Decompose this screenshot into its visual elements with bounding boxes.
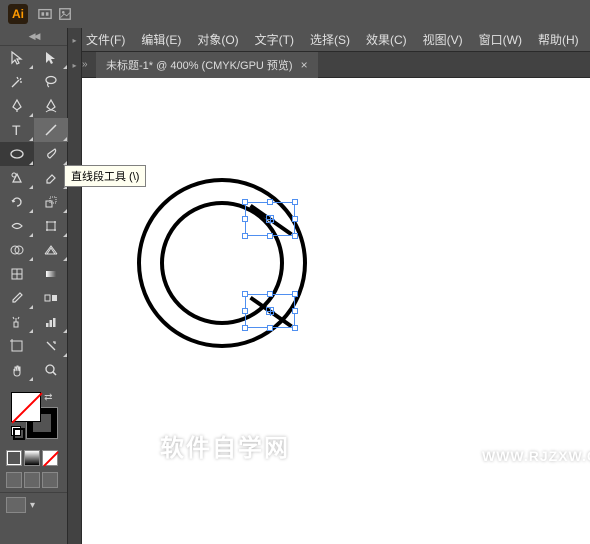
menu-window[interactable]: 窗口(W): [475, 29, 526, 50]
menu-file[interactable]: 文件(F): [82, 29, 129, 50]
symbol-sprayer-tool[interactable]: [0, 310, 34, 334]
color-section: ⇄: [0, 382, 67, 448]
selection-handle[interactable]: [267, 291, 273, 297]
zoom-tool[interactable]: [34, 358, 68, 382]
selection-handle[interactable]: [242, 325, 248, 331]
color-mode-row: [0, 448, 67, 468]
gradient-swatch-button[interactable]: [24, 450, 40, 466]
slice-tool[interactable]: [34, 334, 68, 358]
hand-tool[interactable]: [0, 358, 34, 382]
document-tab-title: 未标题-1* @ 400% (CMYK/GPU 预览): [106, 57, 293, 73]
canvas-area: 软件自学网 WWW.RJZXW.COM: [68, 78, 590, 544]
curvature-tool[interactable]: [34, 94, 68, 118]
selection-handle[interactable]: [242, 199, 248, 205]
titlebar-icons: [38, 7, 72, 21]
draw-normal-button[interactable]: [6, 472, 22, 488]
menu-object[interactable]: 对象(O): [193, 29, 242, 50]
screen-mode-dropdown-icon[interactable]: ▾: [30, 500, 35, 511]
tool-grid: T: [0, 46, 67, 382]
app-logo: Ai: [8, 4, 28, 24]
line-segment-tool[interactable]: [34, 118, 68, 142]
document-tab[interactable]: 未标题-1* @ 400% (CMYK/GPU 预览) ×: [96, 52, 318, 78]
selection-handle[interactable]: [267, 233, 273, 239]
selection-center-icon: [266, 215, 274, 223]
selection-center-icon: [266, 307, 274, 315]
menu-view[interactable]: 视图(V): [419, 29, 467, 50]
menu-effect[interactable]: 效果(C): [362, 29, 411, 50]
selection-handle[interactable]: [242, 233, 248, 239]
edge-chev-icon: ▸: [72, 36, 76, 45]
pen-tool[interactable]: [0, 94, 34, 118]
draw-mode-row: [0, 468, 67, 492]
shaper-tool[interactable]: [0, 166, 34, 190]
watermark-text: 软件自学网: [160, 428, 290, 463]
color-swatch-button[interactable]: [6, 450, 22, 466]
selection-handle[interactable]: [267, 325, 273, 331]
rotate-tool[interactable]: [0, 190, 34, 214]
direct-selection-tool[interactable]: [34, 46, 68, 70]
scale-tool[interactable]: [34, 190, 68, 214]
bridge-icon[interactable]: [38, 7, 52, 21]
column-graph-tool[interactable]: [34, 310, 68, 334]
artboard[interactable]: 软件自学网 WWW.RJZXW.COM: [82, 78, 590, 544]
fill-stroke-swatches[interactable]: ⇄: [11, 392, 57, 438]
free-transform-tool[interactable]: [34, 214, 68, 238]
fill-swatch[interactable]: [11, 392, 41, 422]
lasso-tool[interactable]: [34, 70, 68, 94]
selection-handle[interactable]: [242, 216, 248, 222]
swap-fill-stroke-icon[interactable]: ⇄: [44, 392, 52, 403]
ruler-gutter: [68, 78, 82, 544]
gradient-tool[interactable]: [34, 262, 68, 286]
menu-edit[interactable]: 编辑(E): [137, 29, 185, 50]
type-tool[interactable]: T: [0, 118, 34, 142]
selection-handle[interactable]: [292, 308, 298, 314]
toolbox-collapse[interactable]: ◀◀: [0, 28, 67, 46]
none-swatch-button[interactable]: [42, 450, 58, 466]
shape-builder-tool[interactable]: [0, 238, 34, 262]
toolbox-panel: ◀◀ T ⇄: [0, 28, 68, 544]
selection-handle[interactable]: [292, 216, 298, 222]
watermark-url: WWW.RJZXW.COM: [482, 448, 590, 464]
eyedropper-tool[interactable]: [0, 286, 34, 310]
blend-tool[interactable]: [34, 286, 68, 310]
tabbar-overflow-icon[interactable]: »: [82, 59, 92, 70]
mesh-tool[interactable]: [0, 262, 34, 286]
menubar: 文件(F) 编辑(E) 对象(O) 文字(T) 选择(S) 效果(C) 视图(V…: [0, 28, 590, 52]
menu-select[interactable]: 选择(S): [306, 29, 354, 50]
default-fill-stroke-icon[interactable]: [11, 426, 23, 438]
edge-chev-icon: ▸: [72, 61, 76, 70]
titlebar: Ai: [0, 0, 590, 28]
paintbrush-tool[interactable]: [34, 142, 68, 166]
draw-behind-button[interactable]: [24, 472, 40, 488]
tab-close-icon[interactable]: ×: [301, 58, 308, 72]
selection-handle[interactable]: [292, 199, 298, 205]
selection-handle[interactable]: [267, 199, 273, 205]
menu-help[interactable]: 帮助(H): [534, 29, 583, 50]
selection-handle[interactable]: [242, 308, 248, 314]
artboard-tool[interactable]: [0, 334, 34, 358]
screen-mode-button[interactable]: [6, 497, 26, 513]
menu-type[interactable]: 文字(T): [251, 29, 298, 50]
magic-wand-tool[interactable]: [0, 70, 34, 94]
screen-mode-row: ▾: [0, 492, 67, 517]
eraser-tool[interactable]: [34, 166, 68, 190]
selection-handle[interactable]: [292, 233, 298, 239]
stock-icon[interactable]: [58, 7, 72, 21]
svg-text:T: T: [12, 122, 21, 138]
selection-tool[interactable]: [0, 46, 34, 70]
tool-tooltip: 直线段工具 (\): [64, 165, 146, 187]
selection-handle[interactable]: [242, 291, 248, 297]
width-tool[interactable]: [0, 214, 34, 238]
perspective-grid-tool[interactable]: [34, 238, 68, 262]
ellipse-tool[interactable]: [0, 142, 34, 166]
selection-handle[interactable]: [292, 291, 298, 297]
collapse-arrows-icon: ◀◀: [29, 31, 39, 42]
selection-handle[interactable]: [292, 325, 298, 331]
tabbar: » 未标题-1* @ 400% (CMYK/GPU 预览) ×: [0, 52, 590, 78]
draw-inside-button[interactable]: [42, 472, 58, 488]
toolbox-edge-strip: ▸ ▸: [68, 28, 82, 78]
